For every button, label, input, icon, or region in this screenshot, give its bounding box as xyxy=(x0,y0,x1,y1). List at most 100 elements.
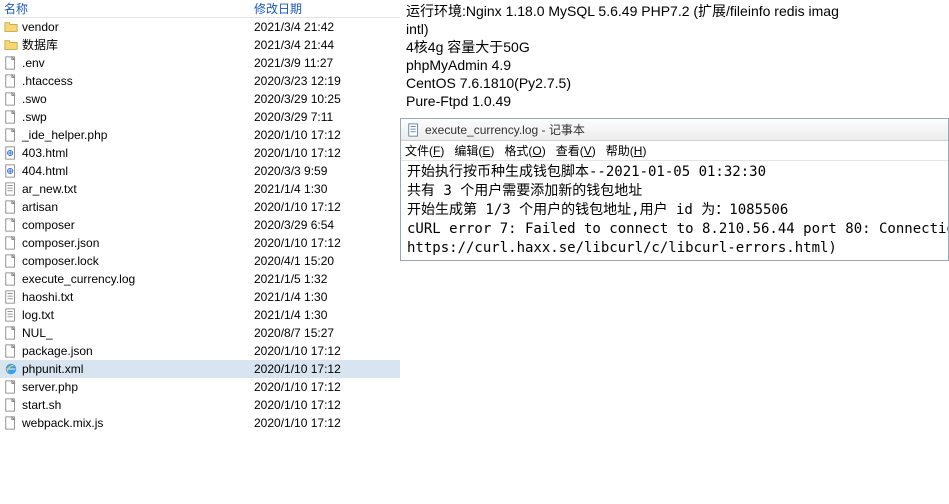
file-icon xyxy=(4,74,18,88)
file-row[interactable]: _ide_helper.php2020/1/10 17:12 xyxy=(0,126,400,144)
file-name-text: start.sh xyxy=(22,396,61,414)
folder-icon xyxy=(4,38,18,52)
file-date-cell: 2021/3/9 11:27 xyxy=(250,54,400,72)
env-info-line: 运行环境:Nginx 1.18.0 MySQL 5.6.49 PHP7.2 (扩… xyxy=(406,2,943,20)
file-row[interactable]: haoshi.txt2021/1/4 1:30 xyxy=(0,288,400,306)
file-name-text: log.txt xyxy=(22,306,54,324)
file-name-text: .env xyxy=(22,54,45,72)
menu-help[interactable]: 帮助(H) xyxy=(606,142,647,159)
file-row[interactable]: .env 2021/3/9 11:27 xyxy=(0,54,400,72)
file-row[interactable]: 404.html2020/3/3 9:59 xyxy=(0,162,400,180)
file-row[interactable]: composer.lock 2020/4/1 15:20 xyxy=(0,252,400,270)
file-date-cell: 2020/4/1 15:20 xyxy=(250,252,400,270)
txt-icon xyxy=(4,182,18,196)
file-icon xyxy=(4,92,18,106)
file-date-cell: 2020/1/10 17:12 xyxy=(250,198,400,216)
notepad-window: execute_currency.log - 记事本 文件(F) 编辑(E) 格… xyxy=(400,118,949,261)
file-name-cell: artisan xyxy=(0,198,250,216)
file-date-cell: 2020/1/10 17:12 xyxy=(250,234,400,252)
file-row[interactable]: NUL_2020/8/7 15:27 xyxy=(0,324,400,342)
file-name-text: artisan xyxy=(22,198,58,216)
file-date-cell: 2020/3/23 12:19 xyxy=(250,72,400,90)
file-name-cell: webpack.mix.js xyxy=(0,414,250,432)
file-date-cell: 2020/1/10 17:12 xyxy=(250,360,400,378)
env-info-line: 4核4g 容量大于50G xyxy=(406,38,943,56)
file-icon xyxy=(4,110,18,124)
file-name-text: composer.json xyxy=(22,234,99,252)
file-name-text: _ide_helper.php xyxy=(22,126,107,144)
notepad-line: 开始执行按币种生成钱包脚本--2021-01-05 01:32:30 xyxy=(407,163,942,182)
file-name-cell: log.txt xyxy=(0,306,250,324)
column-headers: 名称 修改日期 xyxy=(0,0,400,18)
file-list: vendor2021/3/4 21:42数据库2021/3/4 21:44.en… xyxy=(0,18,400,432)
file-date-cell: 2021/1/4 1:30 xyxy=(250,288,400,306)
column-header-name[interactable]: 名称 xyxy=(0,0,250,17)
file-row[interactable]: start.sh 2020/1/10 17:12 xyxy=(0,396,400,414)
file-icon xyxy=(4,326,18,340)
file-row[interactable]: ar_new.txt 2021/1/4 1:30 xyxy=(0,180,400,198)
file-date-cell: 2020/1/10 17:12 xyxy=(250,414,400,432)
file-name-text: composer xyxy=(22,216,75,234)
file-name-text: server.php xyxy=(22,378,78,396)
file-row[interactable]: .swp 2020/3/29 7:11 xyxy=(0,108,400,126)
file-icon xyxy=(4,380,18,394)
notepad-line: 开始生成第 1/3 个用户的钱包地址,用户 id 为：1085506 xyxy=(407,201,942,220)
file-date-cell: 2020/8/7 15:27 xyxy=(250,324,400,342)
file-row[interactable]: .swo2020/3/29 10:25 xyxy=(0,90,400,108)
file-row[interactable]: webpack.mix.js2020/1/10 17:12 xyxy=(0,414,400,432)
file-row[interactable]: 403.html 2020/1/10 17:12 xyxy=(0,144,400,162)
file-date-cell: 2020/3/3 9:59 xyxy=(250,162,400,180)
file-row[interactable]: package.json2020/1/10 17:12 xyxy=(0,342,400,360)
file-row[interactable]: composer.json 2020/1/10 17:12 xyxy=(0,234,400,252)
file-row[interactable]: composer 2020/3/29 6:54 xyxy=(0,216,400,234)
file-date-cell: 2020/3/29 6:54 xyxy=(250,216,400,234)
file-row[interactable]: phpunit.xml2020/1/10 17:12 xyxy=(0,360,400,378)
file-name-text: ar_new.txt xyxy=(22,180,77,198)
env-info-line: intl) xyxy=(406,20,943,38)
file-date-cell: 2021/3/4 21:42 xyxy=(250,18,400,36)
file-date-cell: 2020/3/29 10:25 xyxy=(250,90,400,108)
file-date-cell: 2020/3/29 7:11 xyxy=(250,108,400,126)
file-name-text: 403.html xyxy=(22,144,68,162)
file-row[interactable]: execute_currency.log2021/1/5 1:32 xyxy=(0,270,400,288)
file-row[interactable]: artisan 2020/1/10 17:12 xyxy=(0,198,400,216)
menu-format[interactable]: 格式(O) xyxy=(504,142,545,159)
notepad-titlebar[interactable]: execute_currency.log - 记事本 xyxy=(401,119,948,141)
file-name-cell: 403.html xyxy=(0,144,250,162)
html-icon xyxy=(4,164,18,178)
folder-icon xyxy=(4,20,18,34)
file-row[interactable]: vendor2021/3/4 21:42 xyxy=(0,18,400,36)
file-row[interactable]: server.php2020/1/10 17:12 xyxy=(0,378,400,396)
file-name-cell: ar_new.txt xyxy=(0,180,250,198)
file-date-cell: 2020/1/10 17:12 xyxy=(250,342,400,360)
file-date-cell: 2020/1/10 17:12 xyxy=(250,144,400,162)
notepad-menubar: 文件(F) 编辑(E) 格式(O) 查看(V) 帮助(H) xyxy=(401,141,948,161)
notepad-content[interactable]: 开始执行按币种生成钱包脚本--2021-01-05 01:32:30共有 3 个… xyxy=(401,161,948,260)
file-row[interactable]: log.txt 2021/1/4 1:30 xyxy=(0,306,400,324)
file-date-cell: 2021/3/4 21:44 xyxy=(250,36,400,54)
file-name-cell: vendor xyxy=(0,18,250,36)
file-icon xyxy=(4,398,18,412)
file-name-text: .swp xyxy=(22,108,47,126)
file-name-cell: composer xyxy=(0,216,250,234)
file-name-text: composer.lock xyxy=(22,252,99,270)
file-row[interactable]: .htaccess2020/3/23 12:19 xyxy=(0,72,400,90)
menu-edit[interactable]: 编辑(E) xyxy=(454,142,494,159)
file-icon xyxy=(4,218,18,232)
file-icon xyxy=(4,236,18,250)
file-name-cell: _ide_helper.php xyxy=(0,126,250,144)
column-header-date[interactable]: 修改日期 xyxy=(250,0,400,17)
file-name-cell: .env xyxy=(0,54,250,72)
file-icon xyxy=(4,200,18,214)
file-row[interactable]: 数据库2021/3/4 21:44 xyxy=(0,36,400,54)
file-date-cell: 2020/1/10 17:12 xyxy=(250,396,400,414)
menu-file[interactable]: 文件(F) xyxy=(405,142,444,159)
file-date-cell: 2021/1/5 1:32 xyxy=(250,270,400,288)
file-icon xyxy=(4,128,18,142)
file-date-cell: 2021/1/4 1:30 xyxy=(250,306,400,324)
file-date-cell: 2021/1/4 1:30 xyxy=(250,180,400,198)
menu-view[interactable]: 查看(V) xyxy=(556,142,596,159)
file-name-cell: 404.html xyxy=(0,162,250,180)
env-info-line: CentOS 7.6.1810(Py2.7.5) xyxy=(406,74,943,92)
file-name-cell: composer.lock xyxy=(0,252,250,270)
